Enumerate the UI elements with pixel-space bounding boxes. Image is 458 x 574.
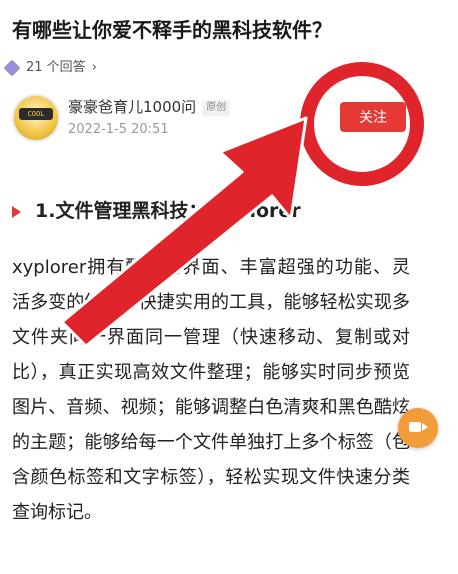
section-heading-text: 1.文件管理黑科技：XYplorer: [35, 200, 301, 222]
author-name[interactable]: 豪豪爸育儿1000问: [68, 98, 196, 116]
answers-count: 21 个回答: [26, 60, 86, 75]
avatar[interactable]: COOL: [12, 94, 60, 142]
question-title[interactable]: 有哪些让你爱不释手的黑科技软件？: [12, 14, 452, 43]
avatar-logo-text: COOL: [19, 108, 53, 120]
author-name-row: 豪豪爸育儿1000问 原创: [68, 96, 231, 117]
original-tag: 原创: [202, 99, 231, 116]
post-date: 2022-1-5 20:51: [68, 122, 169, 137]
video-camera-button[interactable]: [398, 408, 438, 448]
article-body: xyplorer拥有酷炫的界面、丰富超强的功能、灵活多变的结构、快捷实用的工具，…: [12, 257, 410, 523]
side-diamond-icon: [3, 59, 21, 77]
answers-count-link[interactable]: 21 个回答 ›: [26, 56, 97, 75]
chevron-right-icon: ›: [91, 60, 97, 75]
video-camera-icon: [409, 422, 428, 432]
section-marker-icon: [12, 205, 21, 218]
annotation-circle: [300, 62, 424, 186]
section-heading: 1.文件管理黑科技：XYplorer: [12, 196, 301, 223]
